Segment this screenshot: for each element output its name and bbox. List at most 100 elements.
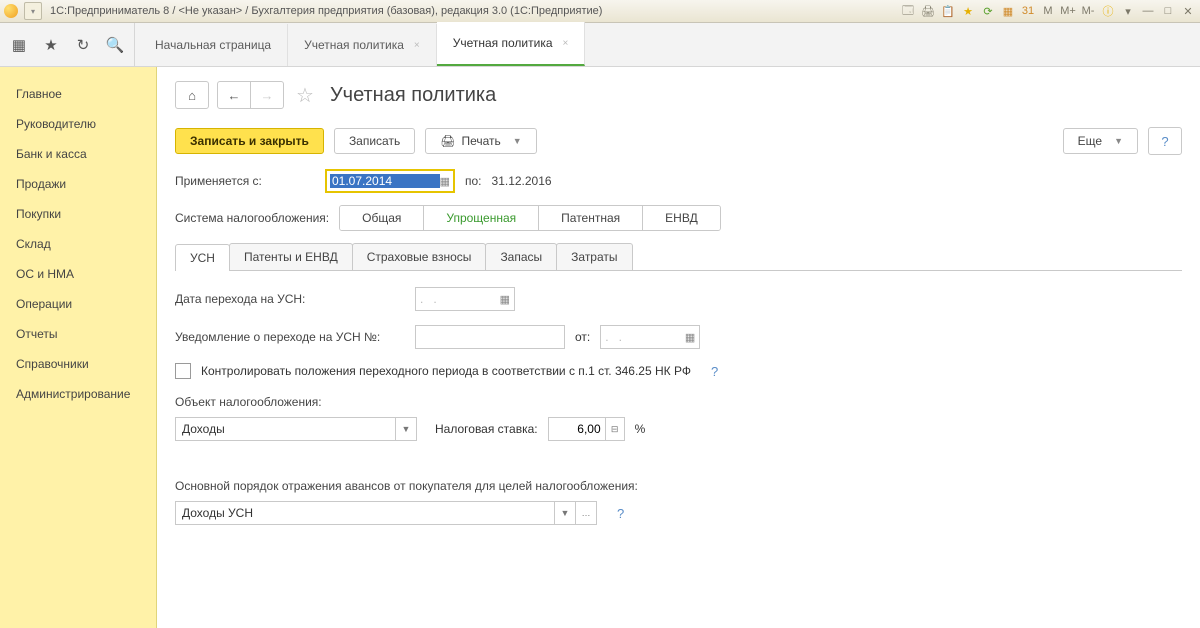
sys-icon[interactable]: 31 xyxy=(1020,3,1036,19)
titlebar: ▾ 1С:Предприниматель 8 / <Не указан> / Б… xyxy=(0,0,1200,23)
inner-tab[interactable]: Запасы xyxy=(485,243,557,270)
favorite-star-icon[interactable]: ☆ xyxy=(296,83,314,108)
info-icon[interactable]: ⓘ xyxy=(1100,3,1116,19)
control-checkbox[interactable] xyxy=(175,363,191,379)
tax-segment[interactable]: Патентная xyxy=(539,206,643,230)
help-button[interactable]: ? xyxy=(1148,127,1182,155)
tax-system-row: Система налогообложения: ОбщаяУпрощенная… xyxy=(175,205,1182,231)
sys-icon[interactable]: M xyxy=(1040,3,1056,19)
tax-segment[interactable]: Упрощенная xyxy=(424,206,539,230)
sidebar-item[interactable]: Справочники xyxy=(0,349,156,379)
history-icon[interactable]: ↻ xyxy=(74,36,92,54)
system-icons: 🗔 🖨 📋 ★ ⟳ ▦ 31 M M+ M- ⓘ ▾ — □ ✕ xyxy=(900,3,1196,19)
chevron-down-icon[interactable]: ▼ xyxy=(395,418,416,440)
sys-icon[interactable]: 🗔 xyxy=(900,3,916,19)
applies-from-label: Применяется с: xyxy=(175,174,315,188)
header-row: ⌂ ← → ☆ Учетная политика xyxy=(175,81,1182,109)
chevron-down-icon[interactable]: ▼ xyxy=(554,502,575,524)
top-tab[interactable]: Начальная страница xyxy=(139,24,288,66)
advance-row: Доходы УСН ▼ … ? xyxy=(175,501,1182,525)
rate-input[interactable]: ⊟ xyxy=(548,417,625,441)
tax-object-row: Доходы ▼ Налоговая ставка: ⊟ % xyxy=(175,417,1182,441)
caret-down-icon: ▼ xyxy=(513,136,522,146)
usn-date-label: Дата перехода на УСН: xyxy=(175,292,405,306)
inner-tab[interactable]: Затраты xyxy=(556,243,632,270)
advance-combo[interactable]: Доходы УСН ▼ … xyxy=(175,501,597,525)
tax-segment[interactable]: Общая xyxy=(340,206,424,230)
tax-system-label: Система налогообложения: xyxy=(175,211,329,225)
inner-tab[interactable]: УСН xyxy=(175,244,230,271)
applies-from-row: Применяется с: 01.07.2014 ▦ по: 31.12.20… xyxy=(175,169,1182,193)
sidebar-item[interactable]: Продажи xyxy=(0,169,156,199)
minimize-icon[interactable]: — xyxy=(1140,3,1156,19)
help-icon[interactable]: ? xyxy=(711,364,718,379)
app-menu-dropdown[interactable]: ▾ xyxy=(24,2,42,20)
inner-tab[interactable]: Патенты и ЕНВД xyxy=(229,243,353,270)
sidebar-item[interactable]: ОС и НМА xyxy=(0,259,156,289)
sys-icon[interactable]: 📋 xyxy=(940,3,956,19)
sys-icon[interactable]: M+ xyxy=(1060,3,1076,19)
more-button[interactable]: Еще ▼ xyxy=(1063,128,1138,154)
quick-icon-bar: ▦ ★ ↻ 🔍 xyxy=(0,23,135,66)
usn-date-row: Дата перехода на УСН: . . ▦ xyxy=(175,287,1182,311)
usn-notice-number-input[interactable] xyxy=(415,325,565,349)
sidebar-item[interactable]: Руководителю xyxy=(0,109,156,139)
usn-date-input[interactable]: . . ▦ xyxy=(415,287,515,311)
action-row: Записать и закрыть Записать 🖨 Печать ▼ Е… xyxy=(175,127,1182,155)
star-icon[interactable]: ★ xyxy=(42,36,60,54)
sidebar-item[interactable]: Администрирование xyxy=(0,379,156,409)
advance-label: Основной порядок отражения авансов от по… xyxy=(175,479,1182,493)
stepper-icon[interactable]: ⊟ xyxy=(605,418,624,440)
close-tab-icon[interactable]: × xyxy=(563,38,569,49)
top-tab[interactable]: Учетная политика× xyxy=(288,24,437,66)
tax-object-combo[interactable]: Доходы ▼ xyxy=(175,417,417,441)
ellipsis-icon[interactable]: … xyxy=(575,502,596,524)
save-and-close-button[interactable]: Записать и закрыть xyxy=(175,128,324,154)
sidebar-item[interactable]: Покупки xyxy=(0,199,156,229)
sidebar-item[interactable]: Склад xyxy=(0,229,156,259)
sys-icon[interactable]: 🖨 xyxy=(920,3,936,19)
app-logo-icon xyxy=(4,4,18,18)
sidebar-item[interactable]: Банк и касса xyxy=(0,139,156,169)
help-icon[interactable]: ? xyxy=(617,506,624,521)
maximize-icon[interactable]: □ xyxy=(1160,3,1176,19)
sys-icon[interactable]: ★ xyxy=(960,3,976,19)
to-label: по: xyxy=(465,174,482,188)
rate-value-input[interactable] xyxy=(549,418,605,440)
tax-object-label: Объект налогообложения: xyxy=(175,395,1182,409)
sidebar: ГлавноеРуководителюБанк и кассаПродажиПо… xyxy=(0,67,157,628)
close-window-icon[interactable]: ✕ xyxy=(1180,3,1196,19)
usn-notice-from-label: от: xyxy=(575,330,590,344)
tax-segment[interactable]: ЕНВД xyxy=(643,206,720,230)
home-button[interactable]: ⌂ xyxy=(175,81,209,109)
usn-notice-date-input[interactable]: . . ▦ xyxy=(600,325,700,349)
sys-dd-icon[interactable]: ▾ xyxy=(1120,3,1136,19)
date-to-value: 31.12.2016 xyxy=(492,174,552,188)
print-button[interactable]: 🖨 Печать ▼ xyxy=(425,128,536,154)
close-tab-icon[interactable]: × xyxy=(414,40,420,51)
usn-notice-label: Уведомление о переходе на УСН №: xyxy=(175,330,405,344)
calendar-icon[interactable]: ▦ xyxy=(440,175,450,188)
caret-down-icon: ▼ xyxy=(1114,136,1123,146)
sidebar-item[interactable]: Операции xyxy=(0,289,156,319)
calendar-icon[interactable]: ▦ xyxy=(685,331,695,344)
content-area: ⌂ ← → ☆ Учетная политика Записать и закр… xyxy=(157,67,1200,628)
sys-icon[interactable]: M- xyxy=(1080,3,1096,19)
inner-tab[interactable]: Страховые взносы xyxy=(352,243,487,270)
sys-icon[interactable]: ⟳ xyxy=(980,3,996,19)
sidebar-item[interactable]: Отчеты xyxy=(0,319,156,349)
sidebar-item[interactable]: Главное xyxy=(0,79,156,109)
page-title: Учетная политика xyxy=(330,84,496,107)
sys-icon[interactable]: ▦ xyxy=(1000,3,1016,19)
grid-icon[interactable]: ▦ xyxy=(10,36,28,54)
forward-button[interactable]: → xyxy=(251,81,284,109)
search-icon[interactable]: 🔍 xyxy=(106,36,124,54)
back-button[interactable]: ← xyxy=(217,81,251,109)
date-from-input[interactable]: 01.07.2014 ▦ xyxy=(325,169,455,193)
save-button[interactable]: Записать xyxy=(334,128,415,154)
usn-notice-row: Уведомление о переходе на УСН №: от: . .… xyxy=(175,325,1182,349)
printer-icon: 🖨 xyxy=(440,134,455,148)
calendar-icon[interactable]: ▦ xyxy=(500,293,510,306)
top-tab[interactable]: Учетная политика× xyxy=(437,22,586,66)
control-checkbox-label: Контролировать положения переходного пер… xyxy=(201,364,691,378)
